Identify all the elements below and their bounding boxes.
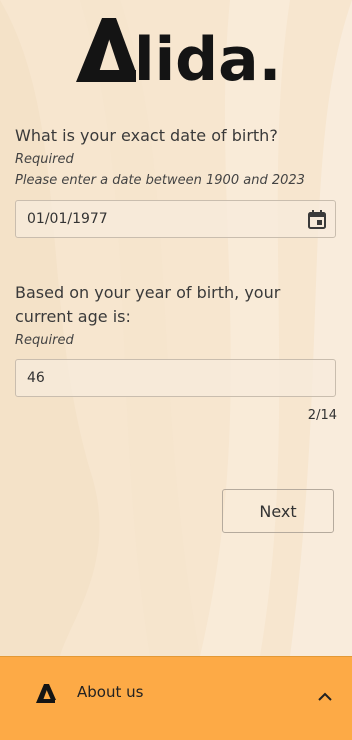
current-age-question: Based on your year of birth, your curren… [15, 283, 281, 326]
progress-counter: 2/14 [307, 408, 337, 423]
alida-mark-icon [36, 684, 56, 703]
date-range-hint: Please enter a date between 1900 and 202… [15, 173, 305, 188]
date-of-birth-question: What is your exact date of birth? [15, 126, 278, 145]
survey-page: lida. What is your exact date of birth? … [0, 0, 352, 656]
current-age-value: 46 [27, 370, 45, 386]
required-label: Required [15, 333, 74, 348]
chevron-up-icon[interactable] [316, 688, 334, 706]
date-of-birth-value: 01/01/1977 [27, 211, 108, 227]
next-button[interactable]: Next [222, 489, 334, 533]
about-us-label: About us [77, 683, 144, 701]
current-age-input[interactable]: 46 [15, 359, 336, 397]
required-label: Required [15, 152, 74, 167]
alida-logo: lida. [76, 18, 280, 82]
svg-text:lida.: lida. [134, 25, 280, 82]
date-of-birth-input[interactable]: 01/01/1977 [15, 200, 336, 238]
calendar-icon[interactable] [308, 210, 326, 229]
